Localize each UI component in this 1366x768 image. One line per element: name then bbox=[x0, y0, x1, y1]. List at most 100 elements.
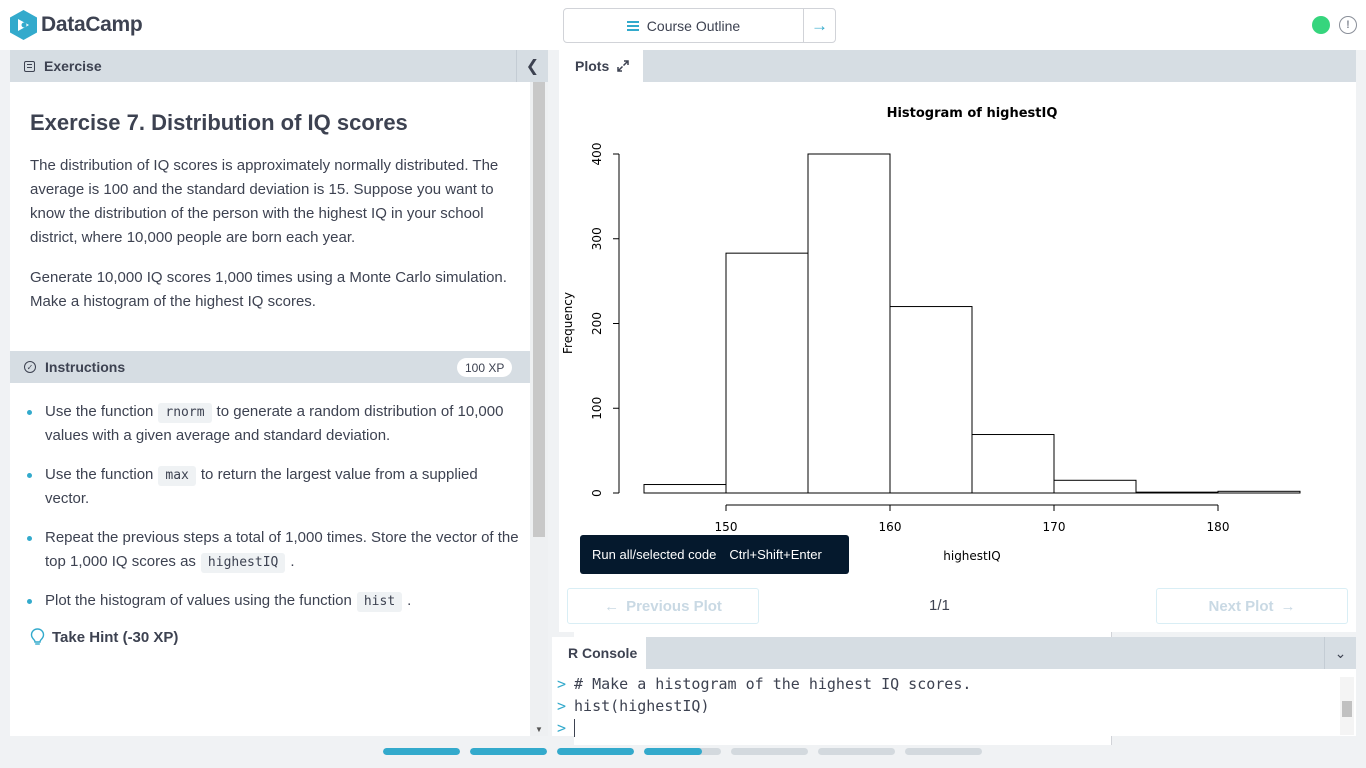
y-tick-label: 300 bbox=[590, 227, 604, 250]
console-input-line[interactable]: > bbox=[557, 717, 971, 739]
x-axis: 150 160 170 180 bbox=[715, 504, 1230, 534]
histogram-bar bbox=[1217, 490, 1301, 494]
histogram-bar bbox=[725, 252, 809, 494]
x-tick-label: 160 bbox=[879, 520, 902, 534]
collapse-console-button[interactable]: ⌄ bbox=[1324, 637, 1356, 669]
y-tick-label: 400 bbox=[590, 143, 604, 166]
progress-segment bbox=[644, 748, 721, 755]
document-icon bbox=[24, 60, 35, 72]
datacamp-logo[interactable]: DataCamp bbox=[10, 10, 143, 40]
x-tick-label: 150 bbox=[715, 520, 738, 534]
r-console-panel: R Console ⌄ > # Make a histogram of the h… bbox=[552, 637, 1356, 739]
progress-segment bbox=[731, 748, 808, 755]
datacamp-logo-icon bbox=[10, 10, 37, 40]
xp-badge: 100 XP bbox=[457, 358, 513, 377]
course-progress-bar bbox=[383, 748, 982, 755]
inline-code: hist bbox=[356, 592, 403, 612]
session-status-indicator bbox=[1312, 16, 1330, 34]
instruction-item: Plot the histogram of values using the f… bbox=[25, 589, 520, 613]
plots-tab-bar: Plots bbox=[559, 50, 1356, 82]
progress-segment-fill bbox=[644, 748, 702, 755]
console-tab-label: R Console bbox=[568, 645, 638, 661]
tooltip-shortcut: Ctrl+Shift+Enter bbox=[729, 547, 822, 562]
alert-icon[interactable]: ! bbox=[1339, 16, 1357, 34]
histogram-bar bbox=[889, 306, 973, 494]
next-exercise-button[interactable]: → bbox=[803, 9, 835, 42]
text-cursor bbox=[574, 719, 576, 737]
check-circle-icon: ✓ bbox=[24, 361, 36, 373]
progress-segment bbox=[470, 748, 547, 755]
instruction-item: Use the function max to return the largest… bbox=[25, 463, 520, 511]
instruction-text: Plot the histogram of values using the f… bbox=[45, 592, 352, 609]
console-scrollbar-thumb[interactable] bbox=[1342, 701, 1352, 717]
tooltip-label: Run all/selected code bbox=[592, 547, 717, 562]
brand-name: DataCamp bbox=[41, 13, 143, 36]
y-axis-label: Frequency bbox=[561, 292, 575, 354]
console-tab-bar: R Console ⌄ bbox=[552, 637, 1356, 669]
take-hint-button[interactable]: Take Hint (-30 XP) bbox=[30, 628, 178, 646]
tab-plots[interactable]: Plots bbox=[559, 50, 643, 82]
progress-segment-fill bbox=[557, 748, 634, 755]
inline-code: highestIQ bbox=[200, 553, 286, 573]
console-prompt: > bbox=[557, 719, 567, 737]
histogram-bar bbox=[971, 434, 1055, 494]
tab-r-console[interactable]: R Console bbox=[552, 637, 646, 669]
console-prompt: > bbox=[557, 675, 567, 693]
console-line-text: hist(highestIQ) bbox=[574, 697, 710, 715]
collapse-panel-button[interactable]: ❮ bbox=[516, 50, 548, 82]
scrollbar-thumb[interactable] bbox=[533, 82, 545, 537]
take-hint-label: Take Hint (-30 XP) bbox=[52, 628, 179, 646]
instruction-text: . bbox=[290, 553, 295, 570]
exercise-description: The distribution of IQ scores is approxi… bbox=[30, 157, 499, 246]
expand-icon[interactable] bbox=[617, 60, 629, 72]
arrow-right-icon: → bbox=[1280, 597, 1296, 615]
plots-tab-label: Plots bbox=[575, 58, 610, 74]
progress-segment bbox=[818, 748, 895, 755]
x-axis-label: highestIQ bbox=[943, 549, 1001, 563]
next-plot-button[interactable]: Next Plot → bbox=[1156, 588, 1348, 624]
console-line: > hist(highestIQ) bbox=[557, 695, 971, 717]
arrow-left-icon: ← bbox=[604, 597, 620, 615]
histogram-plot: Histogram of highestIQ highestIQ Frequen… bbox=[561, 106, 1301, 563]
progress-segment bbox=[383, 748, 460, 755]
previous-plot-label: Previous Plot bbox=[626, 597, 722, 615]
exercise-header-label: Exercise bbox=[44, 58, 102, 74]
console-prompt: > bbox=[557, 697, 567, 715]
y-axis: 0 100 200 300 400 bbox=[590, 143, 620, 497]
console-line-text: # Make a histogram of the highest IQ sco… bbox=[574, 675, 972, 693]
histogram-bar bbox=[1053, 479, 1137, 494]
instructions-list: Use the function rnorm to generate a rando… bbox=[25, 400, 520, 628]
next-plot-label: Next Plot bbox=[1208, 597, 1274, 615]
histogram-bar bbox=[807, 153, 891, 494]
x-tick-label: 180 bbox=[1207, 520, 1230, 534]
exercise-scrollbar[interactable]: ▼ bbox=[530, 82, 548, 736]
instruction-text: Use the function bbox=[45, 403, 154, 420]
progress-segment bbox=[905, 748, 982, 755]
histogram-bars bbox=[643, 153, 1301, 494]
progress-segment-fill bbox=[470, 748, 547, 755]
console-output[interactable]: > # Make a histogram of the highest IQ sc… bbox=[557, 673, 971, 739]
previous-plot-button[interactable]: ← Previous Plot bbox=[567, 588, 759, 624]
scroll-down-icon[interactable]: ▼ bbox=[535, 725, 543, 734]
y-tick-label: 200 bbox=[590, 312, 604, 335]
y-tick-label: 100 bbox=[590, 397, 604, 420]
inline-code: rnorm bbox=[158, 403, 212, 423]
histogram-bar bbox=[1135, 491, 1219, 494]
instructions-header: ✓ Instructions 100 XP bbox=[10, 351, 530, 383]
exercise-header: Exercise bbox=[10, 50, 530, 82]
console-scrollbar[interactable] bbox=[1340, 677, 1354, 735]
histogram-bar bbox=[643, 484, 727, 494]
instructions-header-label: Instructions bbox=[45, 359, 126, 375]
y-tick-label: 0 bbox=[590, 489, 604, 497]
arrow-right-icon: → bbox=[811, 15, 828, 35]
course-outline-label: Course Outline bbox=[646, 17, 741, 34]
console-line: > # Make a histogram of the highest IQ sc… bbox=[557, 673, 971, 695]
top-bar: DataCamp ← Course Outline → ! bbox=[0, 0, 1366, 745]
instruction-text: . bbox=[407, 592, 412, 609]
exercise-task: Generate 10,000 IQ scores 1,000 times us… bbox=[30, 269, 507, 310]
chevron-down-icon: ⌄ bbox=[1334, 644, 1347, 661]
x-tick-label: 170 bbox=[1043, 520, 1066, 534]
run-code-tooltip: Run all/selected code Ctrl+Shift+Enter bbox=[580, 535, 849, 574]
course-outline-button[interactable]: Course Outline bbox=[564, 9, 803, 42]
progress-segment bbox=[557, 748, 634, 755]
